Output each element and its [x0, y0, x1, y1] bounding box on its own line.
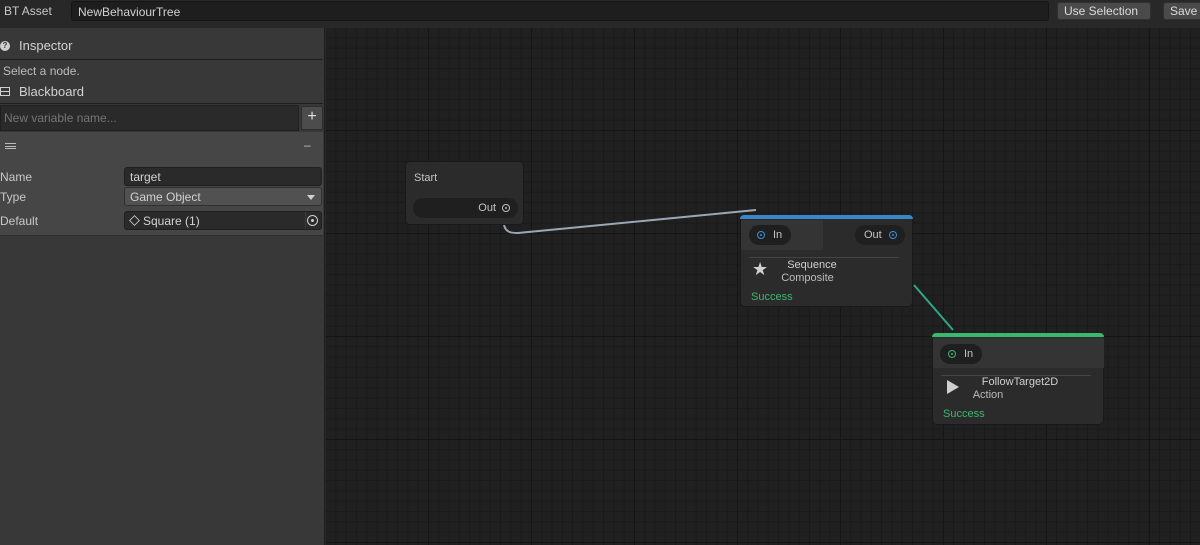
sequence-divider	[749, 257, 899, 258]
sequence-node-name: Sequence	[787, 259, 837, 271]
remove-variable-button[interactable]: –	[304, 138, 311, 152]
bt-asset-field[interactable]: NewBehaviourTree	[71, 1, 1049, 21]
type-dropdown[interactable]: Game Object	[124, 187, 322, 206]
follow-accent-bar	[932, 333, 1104, 337]
blackboard-icon	[0, 87, 10, 96]
type-label: Type	[0, 190, 27, 204]
play-icon	[947, 380, 959, 394]
sequence-in-port[interactable]: In	[749, 225, 791, 245]
port-icon	[948, 350, 956, 358]
default-label: Default	[0, 214, 39, 228]
inspector-hint: Select a node.	[3, 64, 80, 78]
default-value: Square (1)	[143, 214, 200, 228]
start-node[interactable]: Start Out	[405, 161, 524, 225]
follow-node-name: FollowTarget2D	[981, 376, 1059, 388]
type-value: Game Object	[130, 190, 201, 204]
inspector-header: ? Inspector	[0, 32, 323, 60]
follow-node-type: Action	[972, 389, 1004, 401]
port-icon	[889, 231, 897, 239]
star-icon: ★	[752, 259, 769, 279]
port-icon	[502, 204, 510, 212]
object-field-divider	[305, 212, 306, 229]
sequence-node[interactable]: In Out ★ Sequence Composite Success	[740, 215, 913, 307]
blackboard-header: Blackboard	[0, 80, 323, 104]
sequence-status: Success	[751, 291, 793, 303]
sequence-out-label: Out	[864, 229, 882, 241]
follow-in-label: In	[964, 348, 974, 360]
name-label: Name	[0, 170, 33, 184]
sequence-accent-bar	[740, 215, 913, 219]
default-object-field[interactable]: Square (1)	[124, 211, 322, 230]
help-icon: ?	[0, 40, 10, 51]
drag-handle-icon[interactable]	[5, 143, 16, 149]
save-button[interactable]: Save	[1163, 2, 1200, 20]
start-out-port[interactable]: Out	[413, 198, 518, 218]
new-variable-row: +	[0, 105, 323, 131]
inspector-title: Inspector	[19, 38, 73, 53]
blackboard-title: Blackboard	[19, 84, 85, 99]
follow-target-node[interactable]: In FollowTarget2D Action Success	[932, 333, 1104, 425]
sequence-node-type: Composite	[781, 272, 834, 284]
toolbar: BT Asset NewBehaviourTree Use Selection …	[0, 0, 1200, 22]
name-field[interactable]: target	[124, 167, 322, 186]
cube-icon	[129, 215, 140, 226]
sequence-in-label: In	[773, 229, 783, 241]
variable-card: – Name target Type Game Object Default S…	[0, 132, 323, 236]
use-selection-button[interactable]: Use Selection	[1057, 2, 1151, 20]
port-icon	[757, 231, 765, 239]
start-node-title: Start	[414, 172, 438, 184]
follow-in-port[interactable]: In	[940, 344, 982, 364]
start-out-label: Out	[478, 202, 496, 214]
left-panel: ? Inspector Select a node. Blackboard + …	[0, 28, 325, 545]
bt-asset-label: BT Asset	[4, 4, 52, 18]
follow-status: Success	[943, 408, 985, 420]
new-variable-input[interactable]	[0, 105, 299, 131]
object-picker-icon[interactable]	[307, 215, 318, 226]
add-variable-button[interactable]: +	[301, 106, 323, 130]
chevron-down-icon	[307, 195, 315, 200]
sequence-out-port[interactable]: Out	[855, 225, 905, 245]
